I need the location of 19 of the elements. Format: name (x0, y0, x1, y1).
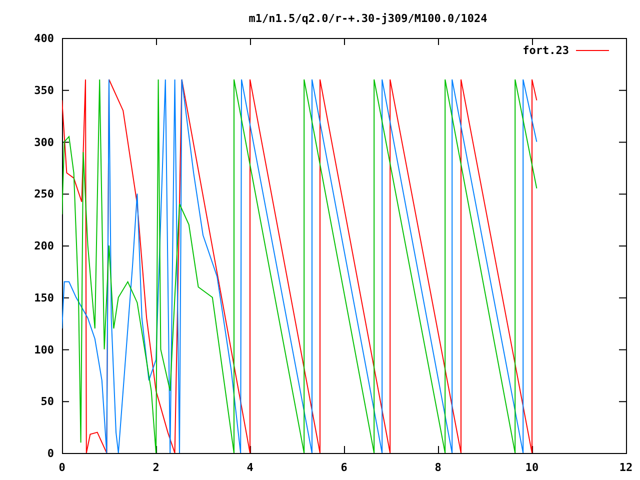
axis-tick-label: 0 (47, 447, 54, 460)
axis-tick-label: 300 (34, 136, 54, 149)
axis-tick-label: 250 (34, 188, 54, 201)
axis-tick-label: 4 (246, 461, 254, 474)
axis-tick-label: 10 (525, 461, 539, 474)
axis-tick-label: 8 (434, 461, 442, 474)
legend-label: fort.23 (522, 44, 569, 57)
axis-tick-label: 6 (340, 461, 348, 474)
chart-title: m1/n1.5/q2.0/r-+.30-j309/M100.0/1024 (248, 12, 488, 25)
axis-tick-label: 350 (34, 84, 54, 97)
axis-tick-label: 2 (152, 461, 160, 474)
axis-tick-label: 400 (34, 32, 54, 45)
axis-tick-label: 200 (34, 240, 54, 252)
axis-tick-label: 100 (34, 343, 54, 356)
axis-tick-label: 50 (40, 395, 54, 408)
legend-line-icon (576, 50, 610, 51)
axis-tick-label: 150 (34, 291, 54, 304)
axis-tick-label: 12 (619, 461, 633, 474)
axis-tick-label: 0 (58, 461, 66, 474)
